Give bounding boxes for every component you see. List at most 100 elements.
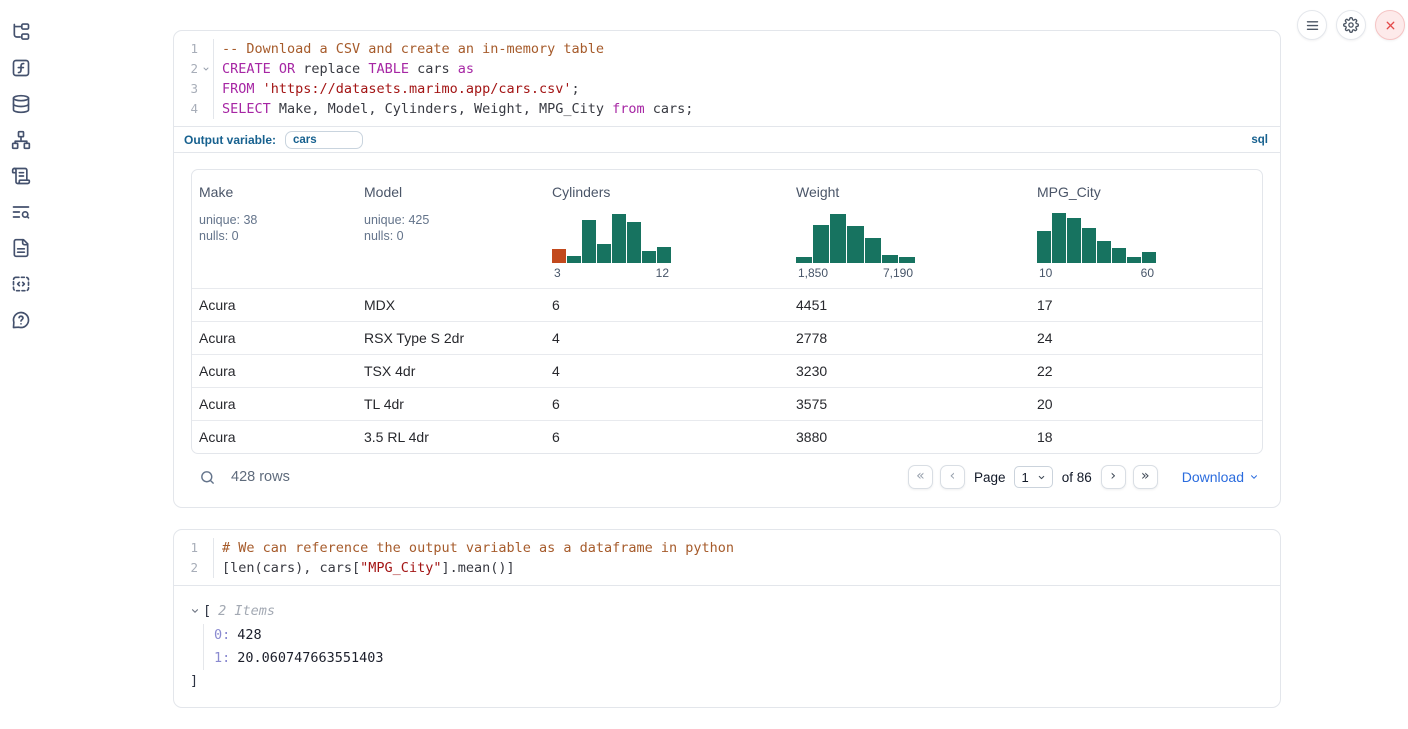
code-content: SELECT Make, Model, Cylinders, Weight, M…	[213, 99, 1280, 119]
chevron-down-icon	[1037, 473, 1046, 482]
column-header-mpg_city[interactable]: MPG_City1060	[1030, 170, 1262, 288]
sidebar-scratchpad-button[interactable]	[11, 166, 31, 186]
prev-page-button[interactable]: ‹	[940, 465, 965, 489]
table-cell: 17	[1030, 297, 1262, 313]
open-bracket: [	[203, 603, 211, 619]
hist-bar	[597, 244, 611, 263]
table-row[interactable]: AcuraMDX6445117	[192, 288, 1262, 321]
column-header-weight[interactable]: Weight1,8507,190	[789, 170, 1030, 288]
code-content: # We can reference the output variable a…	[213, 538, 1280, 558]
sql-code-editor[interactable]: 1 -- Download a CSV and create an in-memo…	[174, 31, 1280, 126]
page-total-label: of 86	[1062, 470, 1092, 485]
stat-line: unique: 38	[199, 212, 349, 228]
fold-gutter	[198, 39, 213, 59]
page-select-value: 1	[1021, 470, 1028, 485]
table-row[interactable]: AcuraTSX 4dr4323022	[192, 354, 1262, 387]
hist-bar	[1142, 252, 1156, 263]
shutdown-button[interactable]	[1375, 10, 1405, 40]
table-cell: Acura	[192, 396, 357, 412]
hist-max-label: 12	[656, 266, 669, 280]
file-tree-icon	[11, 22, 31, 42]
line-number: 1	[174, 39, 198, 59]
table-output: Make unique: 38nulls: 0 Modelunique: 425nu…	[174, 153, 1280, 507]
download-button[interactable]: Download	[1182, 469, 1259, 485]
code-line[interactable]: 1 # We can reference the output variable …	[174, 538, 1280, 558]
hist-bar	[552, 249, 566, 263]
column-histogram	[552, 210, 671, 263]
output-variable-input[interactable]: cars	[285, 131, 363, 149]
token-string: 'https://datasets.marimo.app/cars.csv'	[263, 81, 572, 97]
column-header-cylinders[interactable]: Cylinders312	[545, 170, 789, 288]
token-keyword: from	[612, 101, 645, 117]
pagination: « ‹ Page 1 of 86 › » Download	[908, 465, 1259, 489]
tree-item: 1:20.060747663551403	[214, 647, 1264, 670]
column-header-make[interactable]: Make unique: 38nulls: 0	[192, 170, 357, 288]
token-keyword: FROM	[222, 81, 255, 97]
token-plain: [len(cars), cars[	[222, 560, 360, 576]
sidebar-help-button[interactable]	[11, 310, 31, 330]
hist-max-label: 7,190	[883, 266, 913, 280]
table-cell: 20	[1030, 396, 1262, 412]
token-comment: -- Download a CSV and create an in-memor…	[222, 41, 604, 57]
table-row[interactable]: AcuraTL 4dr6357520	[192, 387, 1262, 420]
last-page-button[interactable]: »	[1133, 465, 1158, 489]
code-line[interactable]: 1 -- Download a CSV and create an in-memo…	[174, 39, 1280, 59]
code-line[interactable]: 4 SELECT Make, Model, Cylinders, Weight, …	[174, 99, 1280, 119]
table-row[interactable]: Acura3.5 RL 4dr6388018	[192, 420, 1262, 453]
code-snippet-icon	[11, 274, 31, 294]
sidebar-documentation-button[interactable]	[11, 238, 31, 258]
token-plain: cars	[409, 61, 458, 77]
sidebar-snippets-button[interactable]	[11, 274, 31, 294]
language-badge[interactable]: sql	[1251, 134, 1268, 146]
hist-bar	[882, 255, 898, 263]
table-cell: 6	[545, 297, 789, 313]
close-icon	[1384, 19, 1397, 32]
hist-max-label: 60	[1141, 266, 1154, 280]
scroll-text-icon	[11, 166, 31, 186]
hist-bar	[1067, 218, 1081, 263]
line-number: 4	[174, 99, 198, 119]
sidebar-file-explorer-button[interactable]	[11, 22, 31, 42]
column-name: Cylinders	[552, 184, 781, 200]
code-line[interactable]: 3FROM 'https://datasets.marimo.app/cars.…	[174, 79, 1280, 99]
table-cell: Acura	[192, 330, 357, 346]
code-line[interactable]: 2CREATE OR replace TABLE cars as	[174, 59, 1280, 79]
sidebar-functions-button[interactable]	[11, 58, 31, 78]
hist-bar	[1052, 213, 1066, 263]
python-code-editor[interactable]: 1 # We can reference the output variable …	[174, 530, 1280, 585]
code-content: CREATE OR replace TABLE cars as	[213, 59, 1280, 79]
notebook-menu-button[interactable]	[1297, 10, 1327, 40]
collapse-toggle[interactable]	[190, 606, 200, 616]
token-keyword: as	[458, 61, 474, 77]
stat-line: nulls: 0	[199, 228, 349, 244]
column-name: Make	[199, 184, 349, 200]
item-index: 0:	[214, 627, 230, 643]
sidebar-datasources-button[interactable]	[11, 94, 31, 114]
table-cell: TSX 4dr	[357, 363, 545, 379]
code-line[interactable]: 2[len(cars), cars["MPG_City"].mean()]	[174, 558, 1280, 578]
column-name: MPG_City	[1037, 184, 1254, 200]
close-bracket: ]	[190, 671, 1264, 691]
python-output: [ 2 Items 0:4281:20.060747663551403 ]	[174, 585, 1280, 707]
sidebar-dependency-graph-button[interactable]	[11, 130, 31, 150]
column-header-model[interactable]: Modelunique: 425nulls: 0	[357, 170, 545, 288]
notebook-actions	[1297, 10, 1405, 40]
histogram-axis-labels: 1,8507,190	[796, 266, 915, 280]
download-label: Download	[1182, 469, 1244, 485]
page-select[interactable]: 1	[1014, 466, 1052, 488]
line-number: 1	[174, 538, 198, 558]
item-index: 1:	[214, 650, 230, 666]
first-page-button[interactable]: «	[908, 465, 933, 489]
hist-bar	[847, 226, 863, 263]
hist-bar	[899, 257, 915, 263]
column-stats: unique: 425nulls: 0	[364, 212, 537, 244]
table-cell: Acura	[192, 297, 357, 313]
fold-marker[interactable]	[198, 59, 213, 79]
table-search-button[interactable]	[199, 469, 216, 486]
sidebar-logs-button[interactable]	[11, 202, 31, 222]
hist-bar	[627, 222, 641, 263]
next-page-button[interactable]: ›	[1101, 465, 1126, 489]
hist-bar	[612, 214, 626, 263]
table-row[interactable]: AcuraRSX Type S 2dr4277824	[192, 321, 1262, 354]
settings-button[interactable]	[1336, 10, 1366, 40]
